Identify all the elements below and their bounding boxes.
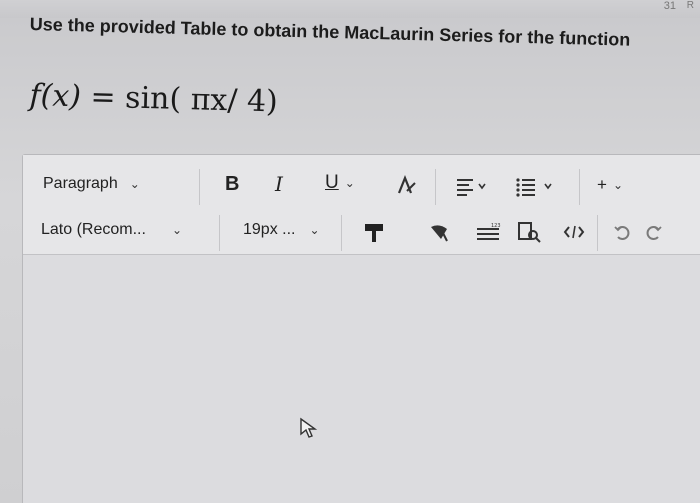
editor-toolbar: Paragraph ⌄ B I U ⌄ + ⌄ Lato (Recom... ⌄… xyxy=(23,155,700,255)
numbered-list-icon[interactable]: 123 xyxy=(475,223,503,243)
insert-more-button[interactable]: + ⌄ xyxy=(597,175,623,195)
formula-lhs: f(x) xyxy=(29,78,82,115)
question-text: Use the provided Table to obtain the Mac… xyxy=(29,14,631,50)
plus-icon: + xyxy=(597,175,607,194)
toolbar-row-2: Lato (Recom... ⌄ 19px ... ⌄ 123 xyxy=(23,215,700,255)
align-icon[interactable] xyxy=(455,177,489,197)
underline-label: U xyxy=(325,172,339,193)
function-formula: f(x) = sin( πx/ 4) xyxy=(29,78,278,119)
toolbar-divider xyxy=(341,215,342,251)
formula-equals: = xyxy=(90,79,117,116)
toolbar-divider xyxy=(597,215,598,251)
font-family-label: Lato (Recom... xyxy=(41,221,146,238)
italic-label: I xyxy=(275,172,283,196)
toolbar-divider xyxy=(579,169,580,205)
toolbar-divider xyxy=(219,215,220,251)
bold-label: B xyxy=(225,173,240,195)
redo-icon[interactable] xyxy=(643,223,663,243)
toolbar-row-1: Paragraph ⌄ B I U ⌄ + ⌄ xyxy=(23,169,700,209)
font-family-dropdown[interactable]: Lato (Recom... ⌄ xyxy=(41,221,182,239)
text-color-icon[interactable] xyxy=(395,175,417,197)
bold-button[interactable]: B xyxy=(225,173,239,196)
find-replace-icon[interactable] xyxy=(517,221,543,245)
font-size-dropdown[interactable]: 19px ... ⌄ xyxy=(243,221,320,239)
rich-text-editor: Paragraph ⌄ B I U ⌄ + ⌄ Lato (Recom... ⌄… xyxy=(22,154,700,503)
editor-content-area[interactable] xyxy=(23,255,700,503)
undo-icon[interactable] xyxy=(613,223,633,243)
top-bar-corner: R xyxy=(686,0,694,11)
paragraph-format-label: Paragraph xyxy=(43,175,118,192)
toolbar-divider xyxy=(435,169,436,205)
formula-rhs: sin( πx/ 4) xyxy=(124,80,279,120)
chevron-down-icon: ⌄ xyxy=(612,178,623,192)
chevron-down-icon: ⌄ xyxy=(309,223,320,237)
paragraph-format-dropdown[interactable]: Paragraph ⌄ xyxy=(43,175,140,193)
highlight-color-icon[interactable] xyxy=(427,221,453,245)
mouse-cursor-icon xyxy=(299,417,319,444)
underline-button[interactable]: U ⌄ xyxy=(325,172,355,194)
list-icon[interactable] xyxy=(515,177,559,197)
chevron-down-icon: ⌄ xyxy=(171,223,182,237)
italic-button[interactable]: I xyxy=(275,172,283,196)
toolbar-divider xyxy=(199,169,200,205)
top-bar-text: 31 xyxy=(663,0,676,12)
chevron-down-icon: ⌄ xyxy=(129,177,140,191)
chevron-down-icon: ⌄ xyxy=(344,176,355,190)
format-painter-icon[interactable] xyxy=(363,221,385,245)
font-size-label: 19px ... xyxy=(243,221,296,238)
code-view-icon[interactable] xyxy=(563,224,585,240)
svg-text:123: 123 xyxy=(491,223,501,229)
